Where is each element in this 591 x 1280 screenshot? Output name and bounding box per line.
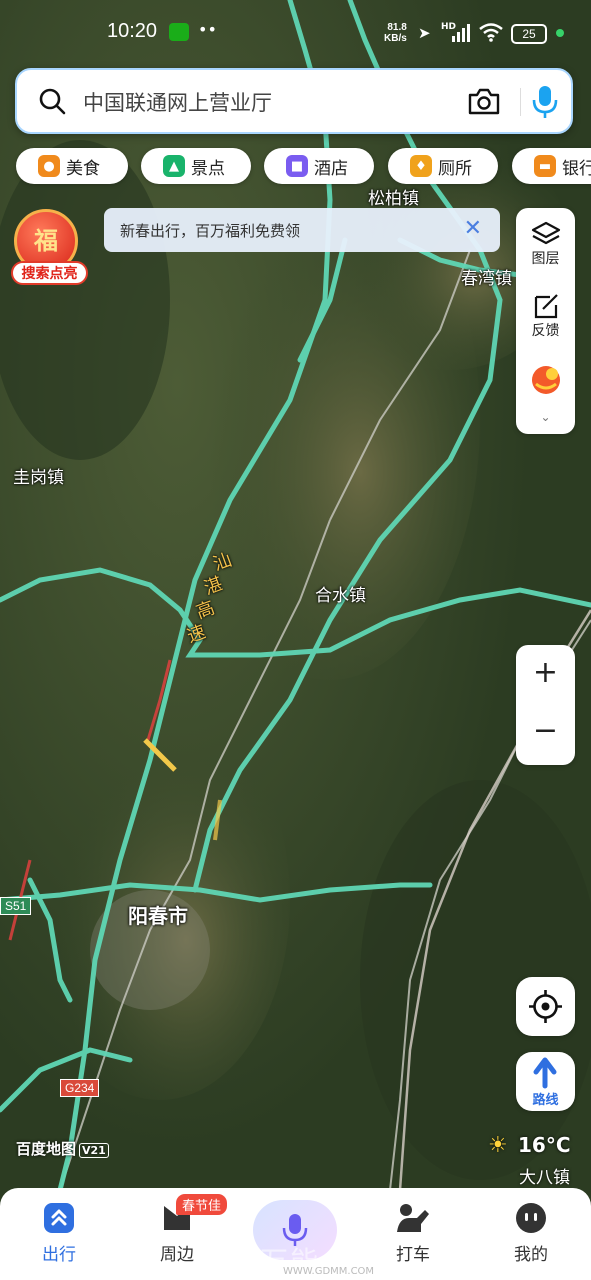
watermark-url: WWW.GDMM.COM <box>283 1266 375 1277</box>
chip-hotel[interactable]: ■ 酒店 <box>264 148 374 184</box>
zoom-control: + − <box>516 645 575 765</box>
chip-label: 厕所 <box>438 158 472 179</box>
battery-indicator: 25 <box>511 24 547 44</box>
tab-label: 我的 <box>514 1245 548 1265</box>
tab-label: 周边 <box>160 1245 194 1265</box>
status-bar: 10:20 •• 81.8 KB/s ➤ HD 25 <box>0 0 591 64</box>
festival-icon <box>531 366 560 394</box>
tab-label: 出行 <box>42 1245 76 1265</box>
tab-taxi[interactable]: 打车 <box>373 1202 453 1265</box>
status-time: 10:20 <box>107 20 158 42</box>
close-icon[interactable]: ✕ <box>464 216 482 241</box>
taxi-icon <box>397 1204 429 1232</box>
map-canvas[interactable]: 松柏镇 春湾镇 圭岗镇 合水镇 阳春市 汕 湛 高 速 S51 G234 <box>0 0 591 1280</box>
signal-icon <box>452 24 470 42</box>
tab-label: 打车 <box>396 1245 430 1265</box>
hotel-icon: ■ <box>286 155 308 177</box>
chip-scenic[interactable]: ▲ 景点 <box>141 148 251 184</box>
chip-label: 银行 <box>562 158 591 179</box>
bank-icon: ▬ <box>534 155 556 177</box>
zoom-in-button[interactable]: + <box>516 655 575 690</box>
profile-icon <box>516 1203 546 1233</box>
layers-icon <box>531 221 560 245</box>
weather-place: 大八镇 <box>519 1168 570 1188</box>
tab-travel[interactable]: 出行 <box>19 1202 99 1265</box>
fu-character: 福 <box>34 227 58 255</box>
scenic-icon: ▲ <box>163 155 185 177</box>
map-brand: 百度地图 V21 <box>16 1138 109 1159</box>
more-notifications-icon: •• <box>198 20 217 39</box>
map-brand-version: V21 <box>79 1143 109 1158</box>
layers-label: 图层 <box>531 251 560 267</box>
weather-temp: 16°C <box>518 1133 571 1157</box>
search-icon[interactable] <box>37 86 67 116</box>
camera-icon[interactable] <box>467 86 501 116</box>
route-button[interactable]: 路线 <box>516 1052 575 1111</box>
net-speed-unit: KB/s <box>384 33 407 44</box>
zoom-out-button[interactable]: − <box>516 713 575 748</box>
net-speed: 81.8 KB/s <box>384 22 407 44</box>
route-label: 路线 <box>532 1093 559 1108</box>
locate-button[interactable] <box>516 977 575 1036</box>
food-icon: ● <box>38 155 60 177</box>
map-label-heshui[interactable]: 合水镇 <box>315 581 366 606</box>
s51-road-shield: S51 <box>0 897 32 915</box>
chip-label: 酒店 <box>314 158 348 179</box>
search-divider <box>520 88 521 116</box>
search-bar[interactable] <box>15 68 573 134</box>
chip-toilet[interactable]: ♦ 厕所 <box>388 148 498 184</box>
fu-promo-label: 搜索点亮 <box>11 261 88 285</box>
category-chips: ● 美食 ▲ 景点 ■ 酒店 ♦ 厕所 ▬ 银行 <box>16 148 591 186</box>
chip-bank[interactable]: ▬ 银行 <box>512 148 591 184</box>
map-brand-name: 百度地图 <box>16 1140 77 1158</box>
location-arrow-icon: ➤ <box>418 24 431 42</box>
sun-icon: ☀ <box>488 1133 508 1158</box>
map-label-chunwan[interactable]: 春湾镇 <box>461 264 512 289</box>
tab-me[interactable]: 我的 <box>491 1202 571 1265</box>
search-input[interactable] <box>81 84 455 122</box>
wifi-icon <box>479 23 503 42</box>
promo-banner-text: 新春出行，百万福利免费领 <box>120 222 301 240</box>
toilet-icon: ♦ <box>410 155 432 177</box>
feedback-button[interactable]: 反馈 <box>516 292 575 340</box>
feedback-label: 反馈 <box>531 323 560 339</box>
feedback-icon <box>534 294 558 319</box>
festival-activity-button[interactable] <box>516 362 575 400</box>
promo-banner[interactable]: 新春出行，百万福利免费领 ✕ <box>104 208 500 252</box>
crosshair-icon <box>529 990 562 1023</box>
g234-road-shield: G234 <box>60 1079 100 1097</box>
chip-label: 美食 <box>66 158 100 179</box>
fu-promo-button[interactable]: 福 搜索点亮 <box>11 209 89 287</box>
map-tools-panel: 图层 反馈 ⌄ <box>516 208 575 434</box>
privacy-dot <box>556 29 564 37</box>
chip-label: 景点 <box>191 158 225 179</box>
microphone-icon[interactable] <box>529 84 561 120</box>
layers-button[interactable]: 图层 <box>516 220 575 268</box>
map-label-songbai[interactable]: 松柏镇 <box>368 184 419 209</box>
chip-food[interactable]: ● 美食 <box>16 148 128 184</box>
map-label-zhugang[interactable]: 圭岗镇 <box>13 463 64 488</box>
festival-badge: 春节佳 <box>176 1194 228 1215</box>
route-arrow-icon <box>533 1057 557 1089</box>
net-speed-value: 81.8 <box>387 22 407 33</box>
map-label-yangchun[interactable]: 阳春市 <box>128 900 188 929</box>
chevron-down-icon[interactable]: ⌄ <box>516 410 575 424</box>
travel-icon <box>44 1203 74 1233</box>
wechat-icon <box>169 23 189 41</box>
